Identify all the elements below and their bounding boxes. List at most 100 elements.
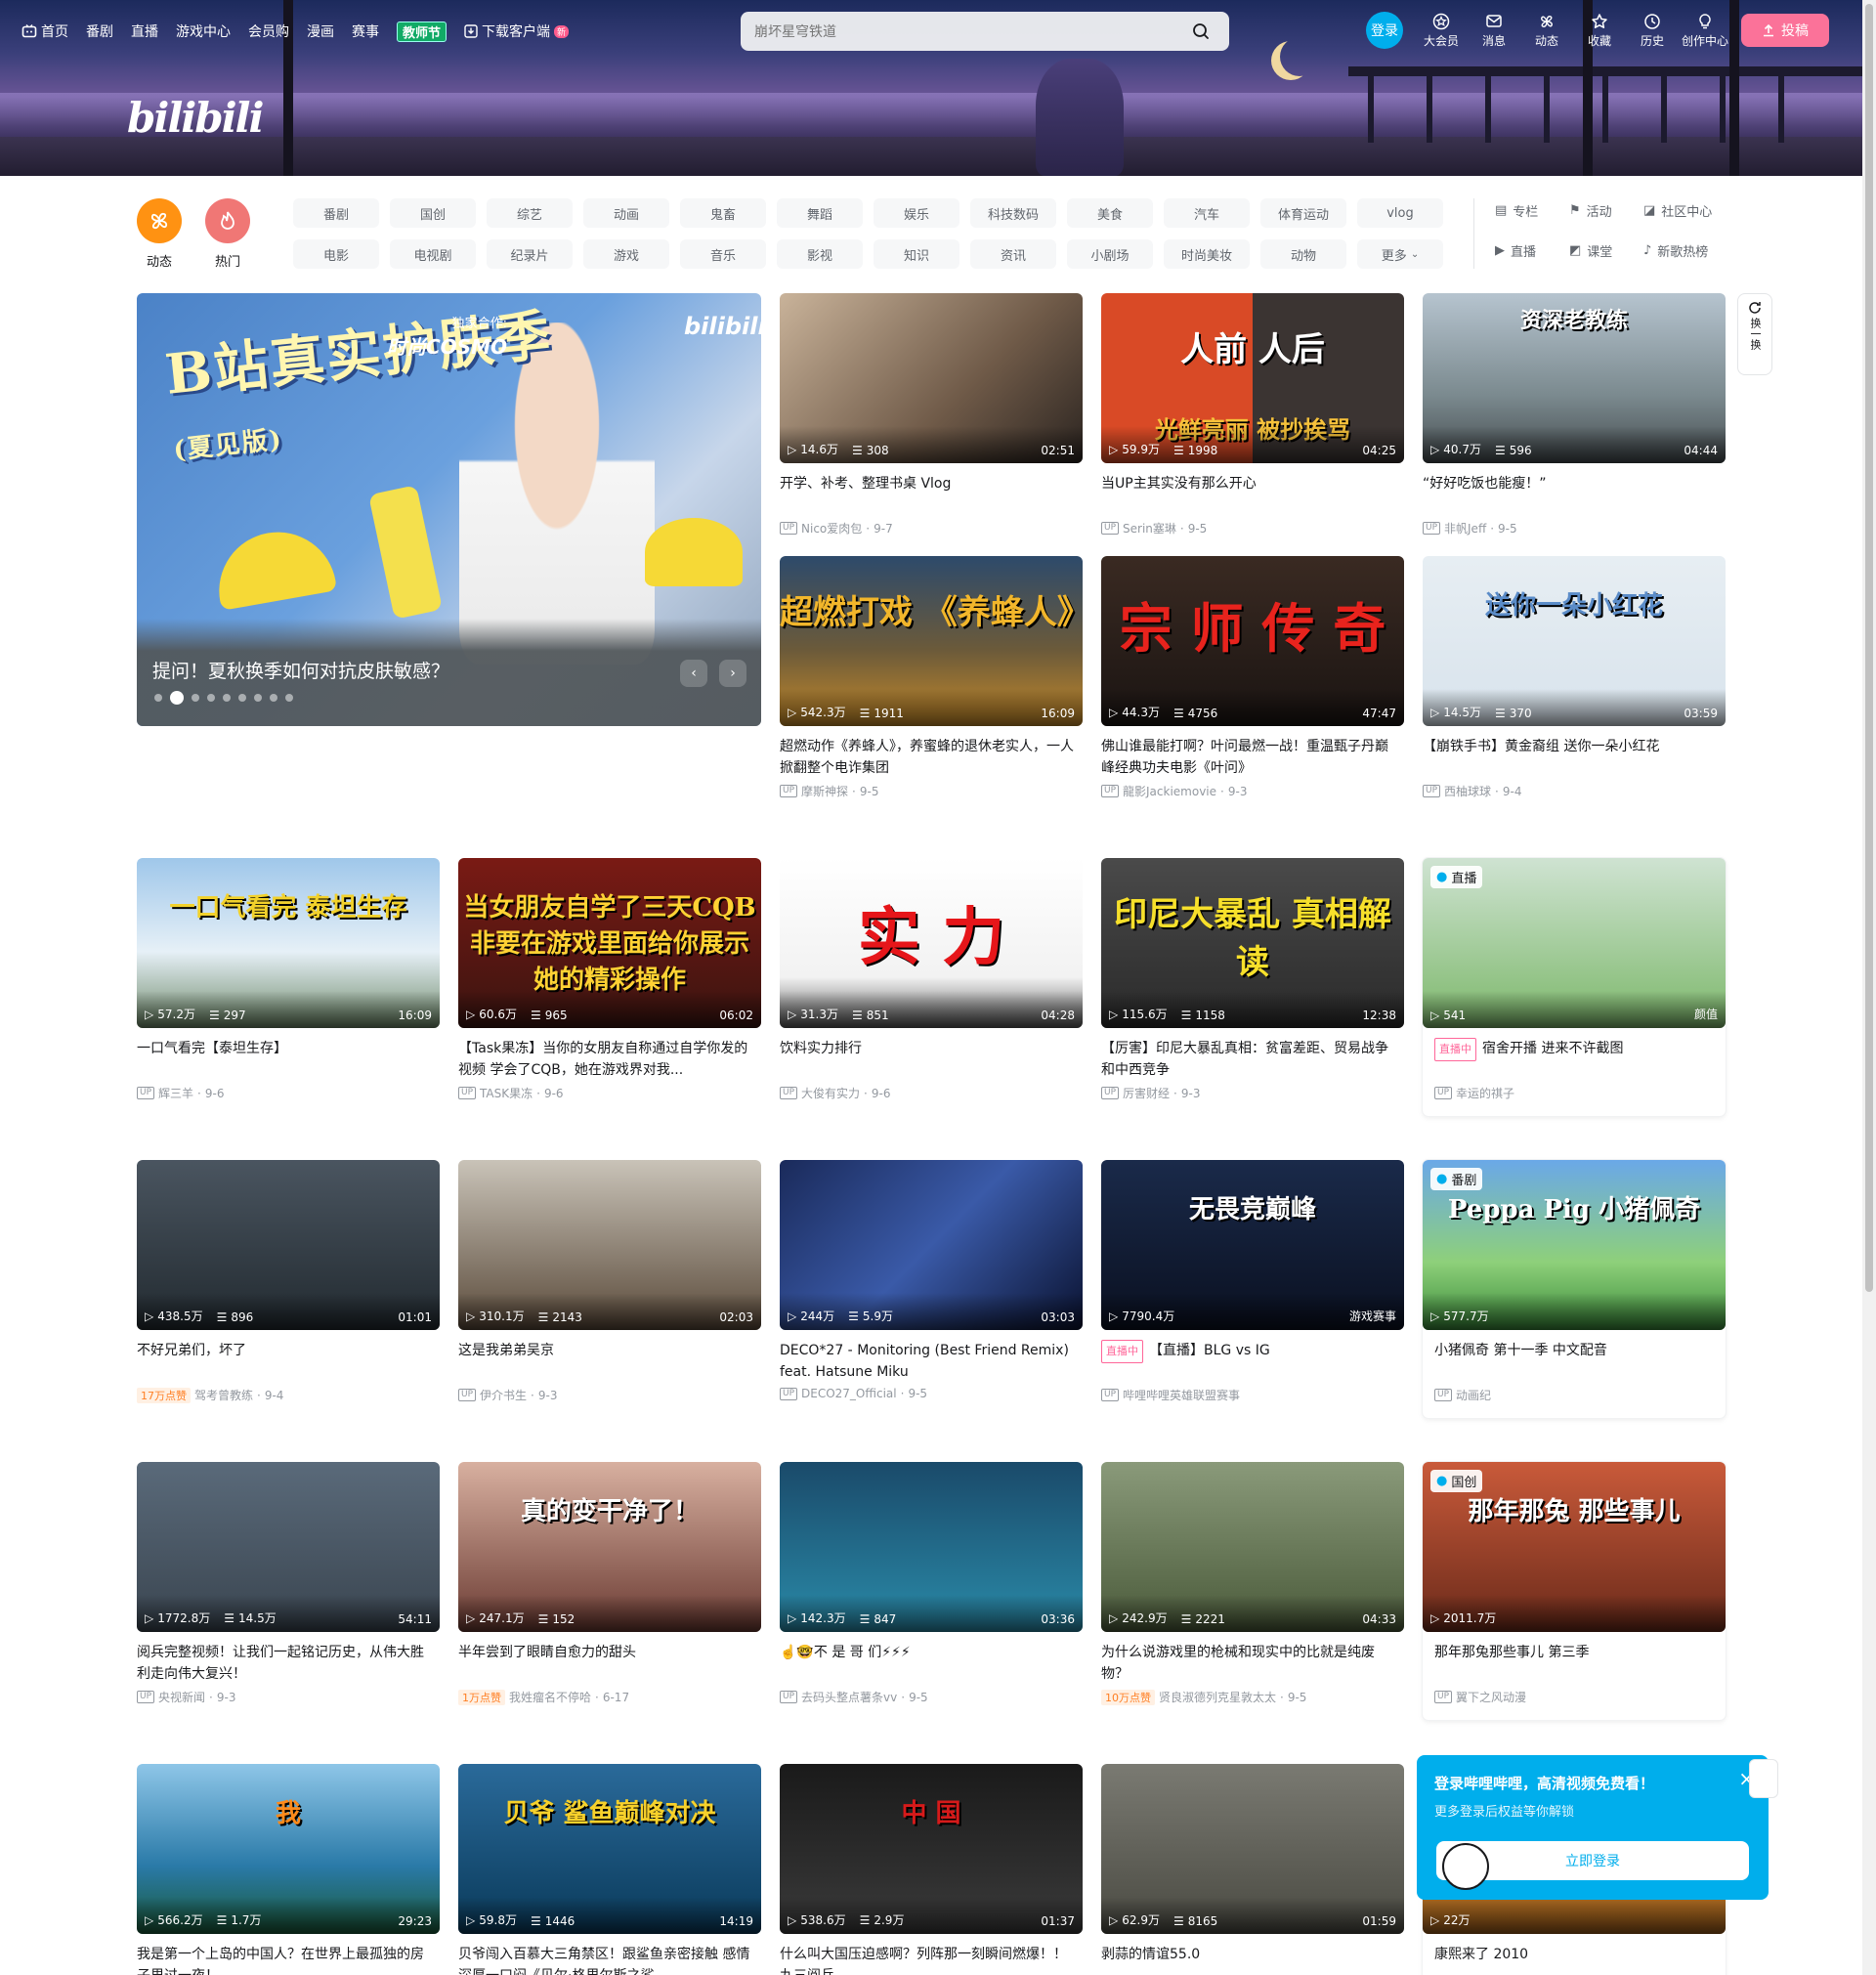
video-thumbnail[interactable]: 人前 人后光鲜亮丽 被抄挨骂▷59.9万☰199804:25 — [1101, 293, 1404, 463]
scrollbar-thumb[interactable] — [1865, 4, 1873, 1292]
video-card[interactable]: 中 国 ▷ 538.6万 ☰ 2.9万 01:37 什么叫大国压迫感啊？列阵那一刻瞬间燃爆！… — [780, 1764, 1083, 1975]
video-card[interactable]: 人前 人后光鲜亮丽 被抄挨骂▷59.9万☰199804:25 当UP主其实没有那么… — [1101, 293, 1404, 537]
video-title[interactable]: 小猪佩奇 第十一季 中文配音 — [1423, 1340, 1726, 1383]
video-thumbnail[interactable]: 资深老教练 ▷ 40.7万 ☰ 596 04:44 — [1423, 293, 1726, 463]
video-thumbnail[interactable]: Peppa Pig 小猪佩奇 ● 番剧 ▷ 577.7万 — [1423, 1160, 1726, 1330]
video-title[interactable]: 为什么说游戏里的枪械和现实中的比就是纯废物？ — [1101, 1642, 1404, 1685]
nav-anime[interactable]: 番剧 — [86, 21, 113, 41]
channel-tag[interactable]: 影视 — [777, 239, 863, 269]
link-community[interactable]: ◪ 社区中心 — [1643, 201, 1739, 220]
video-title[interactable]: “好好吃饭也能瘦！” — [1423, 473, 1726, 516]
video-title[interactable]: 直播中 宿舍开播 进来不许截图 — [1423, 1038, 1726, 1081]
author-name[interactable]: 我姓瘤名不停哈 — [509, 1689, 591, 1705]
author-name[interactable]: 辉三羊 — [158, 1085, 193, 1101]
video-card[interactable]: ▷ 62.9万 ☰ 8165 01:59 剥蒜的情谊55.0 — [1101, 1764, 1404, 1975]
video-card[interactable]: ▷ 242.9万 ☰ 2221 04:33 为什么说游戏里的枪械和现实中的比就是纯废物？ 1… — [1101, 1462, 1404, 1705]
scrollbar[interactable] — [1862, 0, 1876, 1975]
author-name[interactable]: 动画纪 — [1456, 1387, 1491, 1403]
author-name[interactable]: 非帆Jeff — [1444, 520, 1486, 537]
nav-esports[interactable]: 赛事 — [352, 21, 379, 41]
channel-tag[interactable]: 电视剧 — [390, 239, 476, 269]
tool-creator-center[interactable]: 创作中心 — [1679, 13, 1731, 49]
video-title[interactable]: 什么叫大国压迫感啊？列阵那一刻瞬间燃爆！！九三阅兵 — [780, 1944, 1083, 1975]
video-title[interactable]: 那年那兔那些事儿 第三季 — [1423, 1642, 1726, 1685]
video-title[interactable]: 半年尝到了眼睛自愈力的甜头 — [458, 1642, 761, 1685]
quick-channel-hot[interactable]: 热门 — [205, 198, 250, 270]
video-card[interactable]: Peppa Pig 小猪佩奇 ● 番剧 ▷ 577.7万 小猪佩奇 第十一季 中文配音 UP… — [1423, 1160, 1726, 1418]
nav-download[interactable]: 下载客户端 新 — [464, 21, 570, 41]
channel-tag[interactable]: 纪录片 — [487, 239, 573, 269]
video-title[interactable]: 开学、补考、整理书桌 Vlog — [780, 473, 1083, 516]
bilibili-logo[interactable]: bilibili — [127, 94, 264, 142]
video-card[interactable]: ▷ 142.3万 ☰ 847 03:36 ☝️🤓不 是 哥 们⚡⚡⚡ UP 去码头整点薯条vv… — [780, 1462, 1083, 1705]
video-title[interactable]: 这是我弟弟吴京 — [458, 1340, 761, 1383]
video-card[interactable]: 无畏竞巅峰 ▷ 7790.4万 游戏赛事 直播中 【直播】BLG vs IG UP 哔哩哔哩英… — [1101, 1160, 1404, 1403]
carousel-prev-button[interactable]: ‹ — [680, 660, 707, 687]
video-thumbnail[interactable]: ▷ 1772.8万 ☰ 14.5万 54:11 — [137, 1462, 440, 1632]
nav-shop[interactable]: 会员购 — [248, 21, 289, 41]
channel-more-button[interactable]: 更多 ⌄ — [1357, 239, 1443, 269]
link-music-chart[interactable]: ♪ 新歌热榜 — [1643, 241, 1739, 260]
video-card[interactable]: ▷ 438.5万 ☰ 896 01:01 不好兄弟们，坏了 17万点赞 驾考曾教练 · 9-4 — [137, 1160, 440, 1403]
author-name[interactable]: 央视新闻 — [158, 1689, 205, 1705]
link-classroom[interactable]: ◩ 课堂 — [1569, 241, 1643, 260]
video-title[interactable]: 佛山谁最能打啊？叶问最燃一战！重温甄子丹巅峰经典功夫电影《叶问》 — [1101, 736, 1404, 779]
video-title[interactable]: 阅兵完整视频！让我们一起铭记历史，从伟大胜利走向伟大复兴！ — [137, 1642, 440, 1685]
carousel-caption[interactable]: 提问！夏秋换季如何对抗皮肤敏感？ — [152, 657, 449, 683]
channel-tag[interactable]: 综艺 — [487, 198, 573, 228]
refresh-button[interactable]: 换一换 — [1737, 293, 1772, 375]
search-input[interactable] — [754, 23, 1186, 39]
author-name[interactable]: 幸运的祺子 — [1456, 1085, 1514, 1101]
channel-tag[interactable]: 体育运动 — [1260, 198, 1346, 228]
channel-tag[interactable]: 番剧 — [293, 198, 379, 228]
video-thumbnail[interactable]: 宗 师 传 奇 ▷ 44.3万 ☰ 4756 47:47 — [1101, 556, 1404, 726]
video-card[interactable]: 宗 师 传 奇 ▷ 44.3万 ☰ 4756 47:47 佛山谁最能打啊？叶问最燃一战！重温… — [1101, 556, 1404, 799]
video-title[interactable]: 不好兄弟们，坏了 — [137, 1340, 440, 1383]
video-card[interactable]: ● 直播 ▷ 541 颜值 直播中 宿舍开播 进来不许截图 UP 幸运的祺子 — [1423, 858, 1726, 1116]
video-card[interactable]: 那年那兔 那些事儿 ● 国创 ▷ 2011.7万 那年那兔那些事儿 第三季 UP 翼下之风动漫 — [1423, 1462, 1726, 1720]
video-card[interactable]: 送你一朵小红花 ▷ 14.5万 ☰ 370 03:59 【崩铁手书】黄金裔组 送你一朵小红花… — [1423, 556, 1726, 799]
channel-tag[interactable]: 游戏 — [583, 239, 669, 269]
video-title[interactable]: 一口气看完【泰坦生存】 — [137, 1038, 440, 1081]
nav-game-center[interactable]: 游戏中心 — [176, 21, 231, 41]
quick-channel-dynamic[interactable]: 动态 — [137, 198, 182, 270]
video-title[interactable]: 【Task果冻】当你的女朋友自称通过自学你发的视频 学会了CQB，她在游戏界对我… — [458, 1038, 761, 1081]
tool-dynamic[interactable]: 动态 — [1520, 13, 1573, 49]
video-title[interactable]: 【厉害】印尼大暴乱真相：贫富差距、贸易战争和中西竞争 — [1101, 1038, 1404, 1081]
channel-tag[interactable]: 音乐 — [680, 239, 766, 269]
channel-tag[interactable]: 小剧场 — [1067, 239, 1153, 269]
author-name[interactable]: 哔哩哔哩英雄联盟赛事 — [1123, 1387, 1240, 1403]
carousel-dot[interactable] — [223, 694, 231, 702]
channel-tag[interactable]: 舞蹈 — [777, 198, 863, 228]
author-name[interactable]: 大俊有实力 — [801, 1085, 860, 1101]
author-name[interactable]: Serin塞琳 — [1123, 520, 1176, 537]
video-thumbnail[interactable]: 无畏竞巅峰 ▷ 7790.4万 游戏赛事 — [1101, 1160, 1404, 1330]
video-title[interactable]: 直播中 【直播】BLG vs IG — [1101, 1340, 1404, 1383]
nav-live[interactable]: 直播 — [131, 21, 158, 41]
carousel-dot[interactable] — [254, 694, 262, 702]
video-card[interactable]: 当女朋友自学了三天CQB 非要在游戏里面给你展示 她的精彩操作 ▷ 60.6万 ☰ 96… — [458, 858, 761, 1101]
author-name[interactable]: 西柚球球 — [1444, 783, 1491, 799]
tool-favorites[interactable]: 收藏 — [1573, 13, 1626, 49]
nav-home[interactable]: 首页 — [21, 21, 68, 41]
author-name[interactable]: Nico爱肉包 — [801, 520, 862, 537]
tool-vip[interactable]: 大会员 — [1415, 13, 1468, 49]
video-title[interactable]: 当UP主其实没有那么开心 — [1101, 473, 1404, 516]
video-title[interactable]: 饮料实力排行 — [780, 1038, 1083, 1081]
video-title[interactable]: ☝️🤓不 是 哥 们⚡⚡⚡ — [780, 1642, 1083, 1685]
channel-tag[interactable]: vlog — [1357, 198, 1443, 228]
video-card[interactable]: ▷ 310.1万 ☰ 2143 02:03 这是我弟弟吴京 UP 伊介书生 · 9-3 — [458, 1160, 761, 1403]
link-activity[interactable]: ⚑ 活动 — [1569, 201, 1643, 220]
author-name[interactable]: 摩斯神探 — [801, 783, 848, 799]
video-card[interactable]: 超燃打戏 《养蜂人》 ▷ 542.3万 ☰ 1911 16:09 超燃动作《养蜂人》，养蜜蜂… — [780, 556, 1083, 799]
carousel-dot[interactable] — [154, 694, 162, 702]
link-live[interactable]: ▶ 直播 — [1495, 241, 1569, 260]
video-thumbnail[interactable]: 一口气看完 泰坦生存 ▷ 57.2万 ☰ 297 16:09 — [137, 858, 440, 1028]
video-thumbnail[interactable]: 印尼大暴乱 真相解读 ▷ 115.6万 ☰ 1158 12:38 — [1101, 858, 1404, 1028]
video-thumbnail[interactable]: 实 力 ▷ 31.3万 ☰ 851 04:28 — [780, 858, 1083, 1028]
carousel-dot[interactable] — [170, 691, 184, 705]
channel-tag[interactable]: 资讯 — [970, 239, 1056, 269]
author-name[interactable]: 伊介书生 — [480, 1387, 527, 1403]
upload-button[interactable]: 投稿 — [1741, 14, 1829, 47]
channel-tag[interactable]: 科技数码 — [970, 198, 1056, 228]
